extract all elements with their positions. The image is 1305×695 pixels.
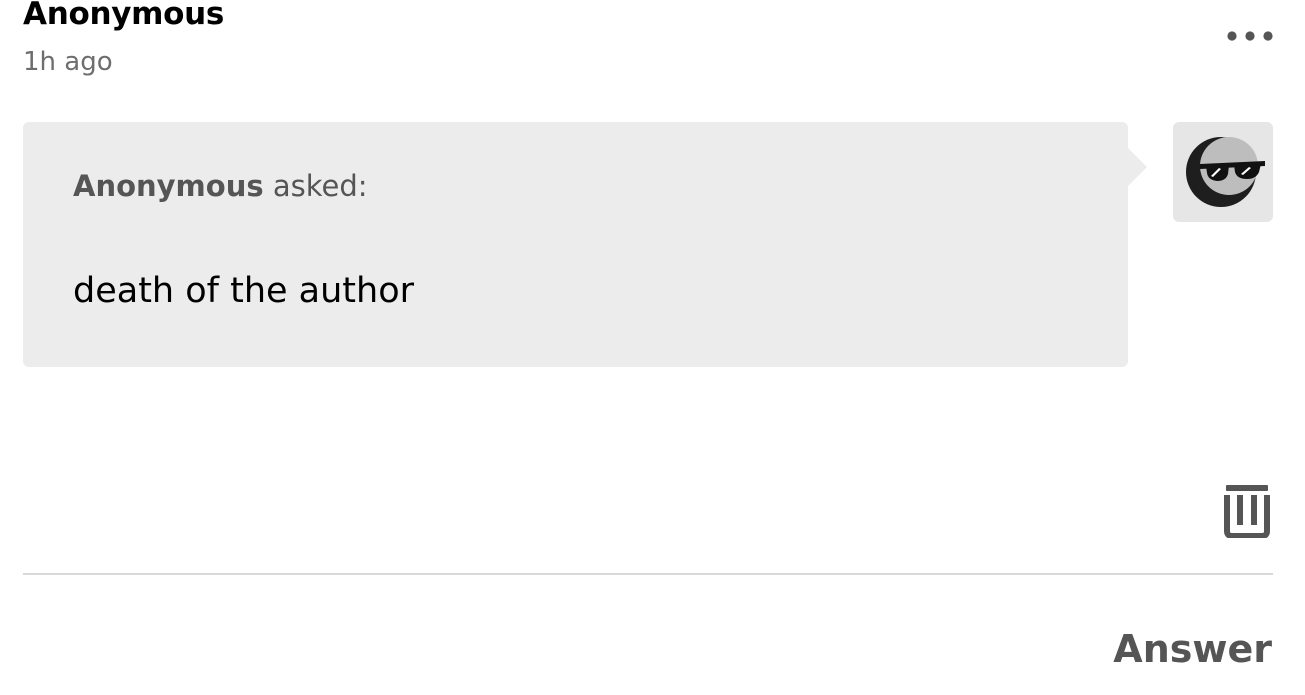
asker-line: Anonymous asked: [73, 168, 368, 204]
delete-button[interactable] [1224, 484, 1270, 538]
asked-label: asked: [263, 169, 368, 203]
asker-avatar[interactable] [1173, 122, 1273, 222]
ask-bubble: Anonymous asked: death of the author [23, 122, 1147, 367]
ellipsis-horizontal-icon [1227, 31, 1273, 41]
actions-divider [23, 573, 1273, 575]
more-options-button[interactable] [1222, 22, 1278, 50]
post-author-name[interactable]: Anonymous [23, 0, 224, 33]
answer-button[interactable]: Answer [1113, 626, 1272, 672]
anonymous-sunglasses-avatar-icon [1186, 137, 1265, 207]
asker-name: Anonymous [73, 169, 264, 203]
trash-icon [1224, 485, 1270, 538]
post-timestamp[interactable]: 1h ago [23, 46, 113, 78]
bubble-tail [1128, 148, 1147, 186]
question-text: death of the author [73, 271, 414, 311]
